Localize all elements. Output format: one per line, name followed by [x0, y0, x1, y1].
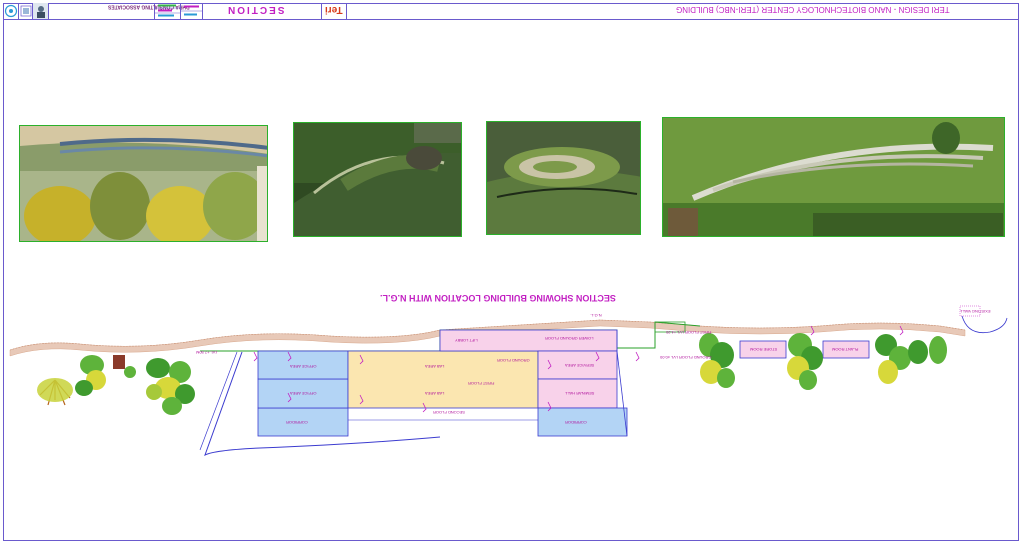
office-area-label-2: OFFICE AREA — [290, 391, 317, 396]
plant-room-label: PLANT ROOM — [832, 347, 859, 352]
store-room-label: STORE ROOM — [750, 347, 778, 352]
corridor-label-right: CORRIDOR — [565, 420, 587, 425]
lift-lobby-label: LIFT LOBBY — [455, 338, 478, 343]
building-section-drawing — [9, 305, 1008, 457]
first-floor-label: FIRST FLOOR — [468, 381, 495, 386]
service-area-label: SERVICE AREA — [565, 363, 595, 368]
seminar-hall-label: SEMINAR HALL — [565, 391, 595, 396]
lab-area-label-2: LAB AREA — [425, 391, 445, 396]
level-label-left: LVL +7.50M — [196, 350, 218, 355]
tree-group-left — [37, 355, 195, 415]
lower-ground-label: LOWER GROUND FLOOR — [545, 336, 594, 341]
ngl-label-right: N.G.L. — [590, 313, 602, 318]
ground-floor-level-label: GROUND FLOOR LVL ±0.00 — [660, 355, 712, 360]
existing-wall-label: EXISTING WALL — [960, 309, 991, 314]
corridor-label-left: CORRIDOR — [286, 420, 308, 425]
first-floor-level-label: FIRST FLOOR LVL +4.20 — [666, 330, 712, 335]
lab-area-label-1: LAB AREA — [425, 364, 445, 369]
second-floor-label: SECOND FLOOR — [433, 410, 466, 415]
ground-floor-label: GROUND FLOOR — [497, 358, 530, 363]
office-area-label: OFFICE AREA — [290, 364, 317, 369]
